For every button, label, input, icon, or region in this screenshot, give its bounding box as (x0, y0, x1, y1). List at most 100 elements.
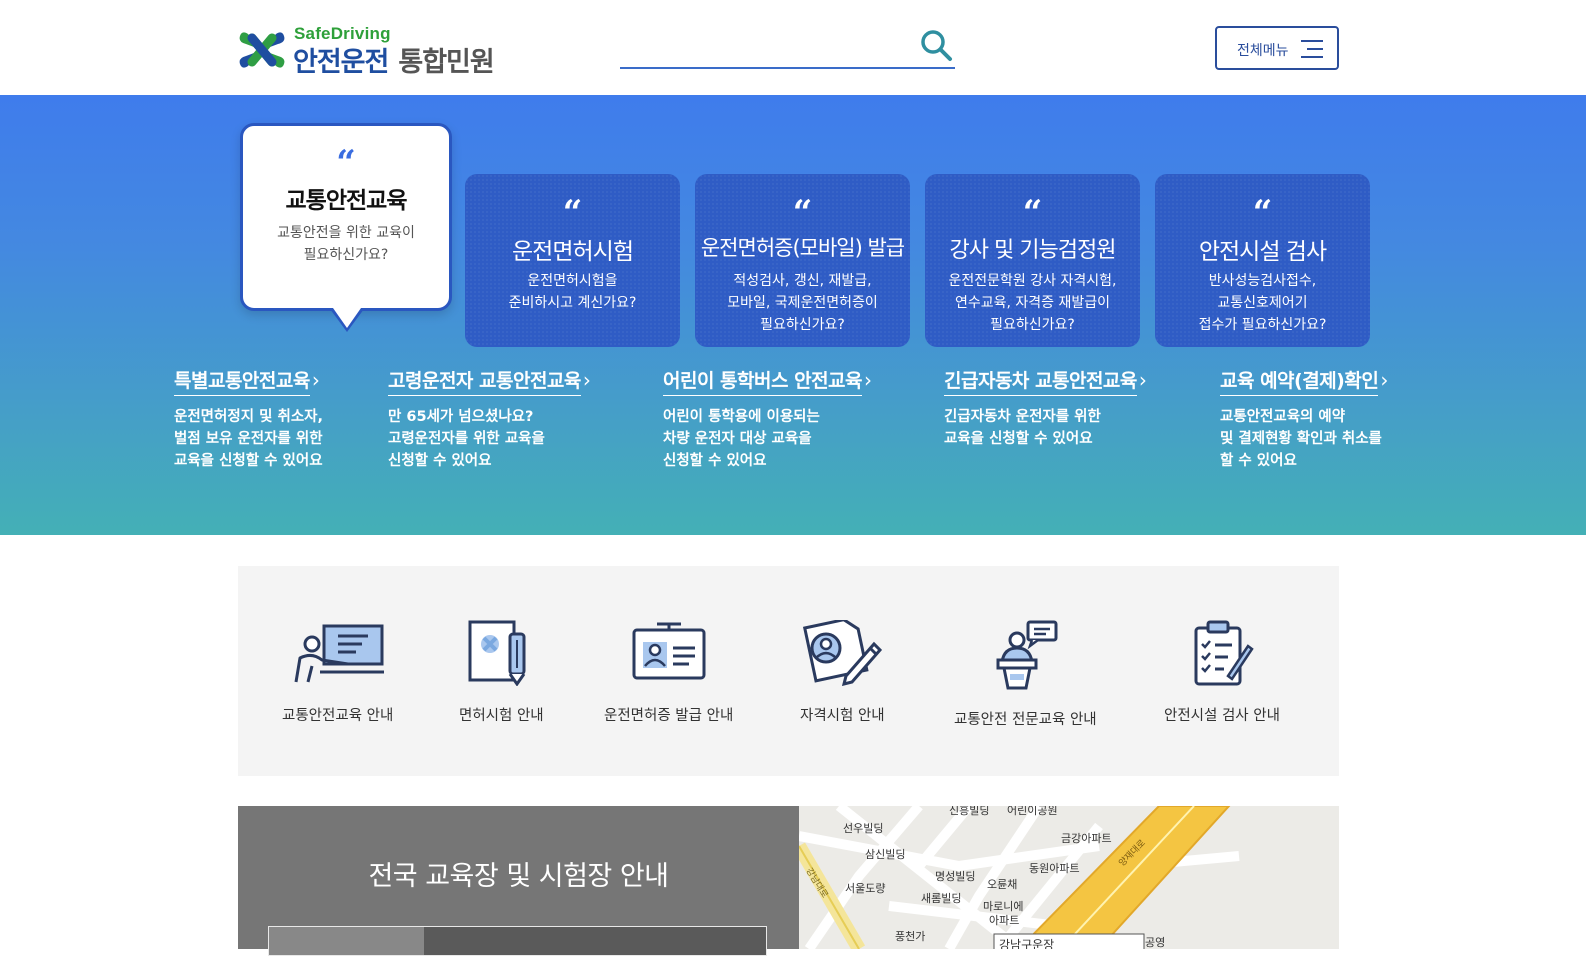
sub-link-title: 긴급자동차 교통안전교육 (944, 366, 1137, 396)
sub-link-title: 교육 예약(결제)확인 (1220, 366, 1379, 396)
full-menu-button[interactable]: 전체메뉴 (1215, 26, 1339, 70)
card-description-line: 모바일, 국제운전면허증이 (727, 295, 878, 311)
map-label: 아파트 (989, 914, 1020, 927)
search-bar (620, 24, 955, 69)
card-traffic-safety-education[interactable]: “ 교통안전교육 교통안전을 위한 교육이 필요하신가요? (240, 123, 452, 332)
card-title: 교통안전교육 (285, 188, 408, 214)
sub-link-description-line: 교통안전교육의 예약 (1220, 409, 1346, 425)
quote-icon: “ (336, 143, 356, 183)
region-tab-selected[interactable] (269, 927, 424, 955)
checklist-icon (1194, 620, 1254, 686)
card-safety-facility-inspection[interactable]: “ 안전시설 검사 반사성능검사접수, 교통신호제어기 접수가 필요하신가요? (1155, 174, 1370, 347)
region-tab-bar[interactable] (268, 926, 767, 956)
guide-safety-facility[interactable]: 안전시설 검사 안내 (1164, 620, 1280, 725)
id-card-icon (632, 622, 706, 680)
card-title: 운전면허증(모바일) 발급 (700, 236, 905, 260)
card-description-line: 교통안전을 위한 교육이 (277, 225, 415, 241)
guide-label: 자격시험 안내 (800, 708, 885, 724)
chevron-right-icon: › (1138, 368, 1147, 392)
card-description: 운전면허시험을 준비하시고 계신가요? (473, 270, 672, 314)
card-driver-license-exam[interactable]: “ 운전면허시험 운전면허시험을 준비하시고 계신가요? (465, 174, 680, 347)
card-description-line: 필요하신가요? (990, 317, 1075, 333)
sub-link-description-line: 교육을 신청할 수 있어요 (944, 431, 1093, 447)
map-label: 강남구운장 (999, 938, 1055, 949)
card-description-line: 준비하시고 계신가요? (508, 295, 637, 311)
sub-link-description-line: 만 65세가 넘으셨나요? (388, 409, 534, 425)
map-label: 명성빌딩 (935, 870, 976, 883)
guide-shortcuts: 교통안전교육 안내 면허시험 안내 운전면허증 발급 안내 자격시험 안내 교통… (238, 566, 1339, 776)
clover-logo-icon (239, 32, 285, 68)
map-label: 서울도량 (845, 882, 886, 895)
chevron-right-icon: › (311, 368, 320, 392)
guide-license-issuance[interactable]: 운전면허증 발급 안내 (604, 620, 733, 725)
hero-section: “ 교통안전교육 교통안전을 위한 교육이 필요하신가요? “ 운전면허시험 운… (0, 95, 1586, 535)
guide-label: 면허시험 안내 (459, 708, 544, 724)
card-description-line: 적성검사, 갱신, 재발급, (733, 273, 872, 289)
map-label: 삼신빌딩 (865, 848, 906, 861)
map-label: 오륜채 (987, 878, 1018, 891)
guide-label: 교통안전 전문교육 안내 (954, 712, 1097, 728)
training-center-guide: 전국 교육장 및 시험장 안내 (238, 806, 799, 956)
full-menu-label: 전체메뉴 (1237, 43, 1289, 59)
guide-traffic-education[interactable]: 교통안전교육 안내 (282, 620, 393, 725)
guide-label: 운전면허증 발급 안내 (604, 708, 734, 724)
guide-license-exam[interactable]: 면허시험 안내 (459, 620, 544, 725)
map-label: 풍천가 (895, 930, 926, 943)
sub-link-description-line: 신청할 수 있어요 (663, 453, 767, 469)
map-label: 어린이공원 (1007, 806, 1058, 817)
speaker-podium-icon (996, 620, 1058, 690)
map-label: 동원아파트 (1029, 862, 1080, 875)
map-label: 신흥빌딩 (949, 806, 990, 817)
hamburger-icon (1301, 40, 1323, 58)
search-input[interactable] (620, 30, 910, 64)
card-description-line: 접수가 필요하신가요? (1198, 317, 1327, 333)
link-special-traffic-education[interactable]: 특별교통안전교육 › 운전면허정지 및 취소자, 벌점 보유 운전자를 위한 교육… (174, 366, 323, 472)
sub-link-description-line: 교육을 신청할 수 있어요 (174, 453, 323, 469)
license-exam-icon (468, 620, 526, 686)
sub-link-description-line: 및 결제현황 확인과 취소를 (1220, 431, 1382, 447)
lecture-icon (294, 624, 384, 683)
map-label: 선우빌딩 (843, 822, 884, 835)
chevron-right-icon: › (582, 368, 591, 392)
logo-title: 안전운전 통합민원 (293, 40, 495, 79)
sub-link-description: 어린이 통학용에 이용되는 차량 운전자 대상 교육을 신청할 수 있어요 (663, 406, 872, 472)
card-pointer (333, 308, 361, 328)
guide-professional-education[interactable]: 교통안전 전문교육 안내 (954, 620, 1097, 729)
card-instructor-examiner[interactable]: “ 강사 및 기능검정원 운전전문학원 강사 자격시험, 연수교육, 자격증 재… (925, 174, 1140, 347)
link-school-bus-education[interactable]: 어린이 통학버스 안전교육 › 어린이 통학용에 이용되는 차량 운전자 대상 교… (663, 366, 872, 472)
sub-link-description-line: 차량 운전자 대상 교육을 (663, 431, 812, 447)
sub-link-description: 운전면허정지 및 취소자, 벌점 보유 운전자를 위한 교육을 신청할 수 있어… (174, 406, 323, 472)
chevron-right-icon: › (1380, 368, 1389, 392)
link-senior-driver-education[interactable]: 고령운전자 교통안전교육 › 만 65세가 넘으셨나요? 고령운전자를 위한 교육… (388, 366, 591, 472)
guide-label: 안전시설 검사 안내 (1164, 708, 1280, 724)
sub-link-description: 만 65세가 넘으셨나요? 고령운전자를 위한 교육을 신청할 수 있어요 (388, 406, 591, 472)
sub-link-description-line: 운전면허정지 및 취소자, (174, 409, 324, 425)
guide-qualification-exam[interactable]: 자격시험 안내 (800, 620, 885, 725)
map-label: 금강아파트 (1061, 832, 1112, 845)
card-description-line: 필요하신가요? (303, 247, 389, 263)
sub-link-description: 교통안전교육의 예약 및 결제현황 확인과 취소를 할 수 있어요 (1220, 406, 1388, 472)
location-map[interactable]: 신흥빌딩 어린이공원 선우빌딩 금강아파트 삼신빌딩 명성빌딩 동원아파트 서울… (799, 806, 1339, 949)
sub-link-description-line: 어린이 통학용에 이용되는 (663, 409, 820, 425)
search-icon[interactable] (919, 28, 953, 62)
quote-icon: “ (1022, 193, 1043, 233)
logo-title-main: 안전운전 (293, 47, 389, 78)
card-description-line: 교통신호제어기 (1217, 295, 1308, 311)
logo-title-secondary: 통합민원 (398, 47, 494, 78)
sub-link-description-line: 신청할 수 있어요 (388, 453, 492, 469)
link-emergency-vehicle-education[interactable]: 긴급자동차 교통안전교육 › 긴급자동차 운전자를 위한 교육을 신청할 수 있어… (944, 366, 1147, 450)
card-title: 강사 및 기능검정원 (949, 238, 1117, 263)
sub-link-description-line: 고령운전자를 위한 교육을 (388, 431, 545, 447)
site-logo[interactable]: SafeDriving 안전운전 통합민원 (238, 24, 518, 79)
quote-icon: “ (792, 193, 813, 233)
map-label: 공영 (1145, 936, 1166, 949)
map-label: 새롬빌딩 (921, 892, 962, 905)
site-header: SafeDriving 안전운전 통합민원 전체메뉴 (0, 0, 1586, 95)
card-description-line: 연수교육, 자격증 재발급이 (954, 295, 1111, 311)
card-title: 안전시설 검사 (1198, 239, 1327, 265)
sub-link-title: 특별교통안전교육 (174, 366, 310, 396)
link-education-reservation-check[interactable]: 교육 예약(결제)확인 › 교통안전교육의 예약 및 결제현황 확인과 취소를 할… (1220, 366, 1388, 472)
card-license-issuance[interactable]: “ 운전면허증(모바일) 발급 적성검사, 갱신, 재발급, 모바일, 국제운전… (695, 174, 910, 347)
card-title: 운전면허시험 (512, 239, 634, 265)
card-description-line: 반사성능검사접수, (1208, 273, 1317, 289)
